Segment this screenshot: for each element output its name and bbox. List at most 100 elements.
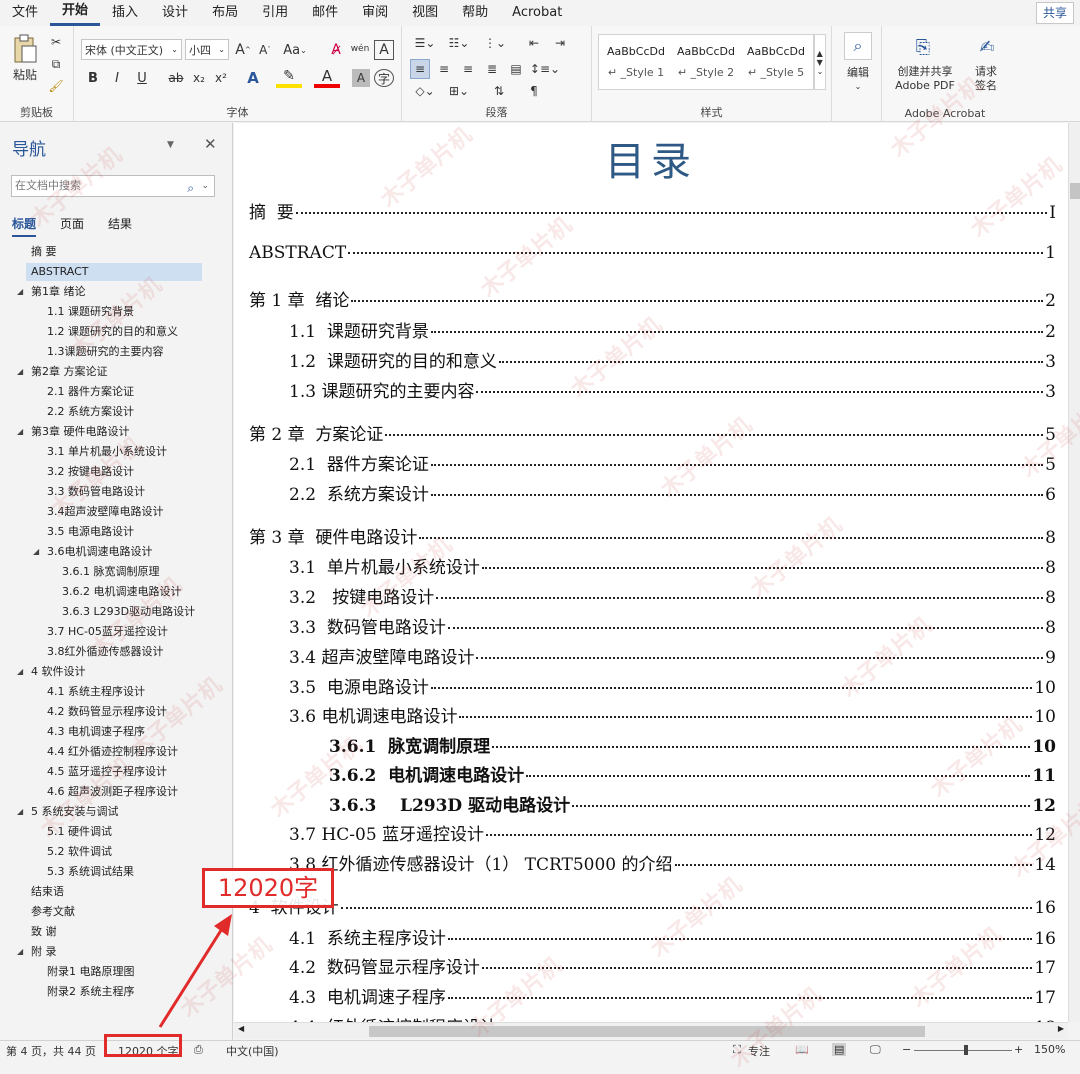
nav-heading-item[interactable]: 3.3 数码管电路设计	[47, 483, 145, 501]
paste-icon[interactable]	[10, 32, 40, 66]
style-1[interactable]: AaBbCcDd ↵ _Style 1	[601, 37, 671, 89]
toc-entry[interactable]: 3.6.1 脉宽调制原理 10	[329, 732, 1056, 757]
zoom-level[interactable]: 150%	[1034, 1043, 1065, 1056]
nav-heading-item[interactable]: 5.2 软件调试	[47, 843, 112, 861]
nav-heading-item[interactable]: 附录2 系统主程序	[47, 983, 135, 1001]
nav-heading-item[interactable]: 结束语	[31, 883, 64, 901]
editing-button[interactable]: 编辑	[836, 64, 880, 80]
toc-entry[interactable]: 3.8 红外循迹传感器设计（1） TCRT5000 的介绍 14	[289, 850, 1056, 875]
strikethrough-button[interactable]: ab	[166, 68, 186, 88]
toc-entry[interactable]: 3.4 超声波壁障电路设计 9	[289, 643, 1056, 668]
tab-pages[interactable]: 页面	[60, 215, 84, 237]
toc-entry[interactable]: ABSTRACT 1	[249, 243, 1056, 267]
proofing-icon[interactable]: ⎙	[194, 1043, 203, 1057]
create-share-pdf-button[interactable]: 创建并共享 Adobe PDF	[886, 64, 964, 94]
nav-heading-item[interactable]: ◢ 第2章 方案论证	[17, 363, 108, 381]
show-marks-icon[interactable]: ¶	[524, 82, 544, 100]
styles-scroll[interactable]: ▲ ▼ ⌄	[814, 34, 826, 90]
nav-heading-item[interactable]: 3.2 按键电路设计	[47, 463, 134, 481]
toc-entry[interactable]: 3.1 单片机最小系统设计 8	[289, 553, 1056, 578]
nav-heading-item[interactable]: 摘 要	[31, 243, 57, 261]
close-icon[interactable]: ✕	[204, 135, 217, 153]
toc-entry[interactable]: 3.2 按键电路设计 8	[289, 583, 1056, 608]
nav-heading-item[interactable]: 3.8红外循迹传感器设计	[47, 643, 164, 661]
underline-button[interactable]: U	[130, 68, 154, 88]
toc-entry[interactable]: 3.7 HC-05 蓝牙遥控设计 12	[289, 820, 1056, 845]
toc-entry[interactable]: 第 1 章 绪论 2	[249, 286, 1056, 311]
style-2[interactable]: AaBbCcDd ↵ _Style 2	[671, 37, 741, 89]
expand-arrow-icon[interactable]: ◢	[17, 363, 23, 381]
toc-entry[interactable]: 4.3 电机调速子程序 17	[289, 983, 1056, 1008]
nav-heading-item[interactable]: 1.2 课题研究的目的和意义	[47, 323, 178, 341]
page-count[interactable]: 第 4 页，共 44 页	[6, 1043, 96, 1059]
nav-heading-item[interactable]: ◢ 第1章 绪论	[17, 283, 86, 301]
shrink-font-icon[interactable]: Aˇ	[256, 40, 274, 60]
borders-icon[interactable]: ⊞⌄	[444, 82, 474, 100]
horizontal-scrollbar[interactable]: ◀ ▶	[234, 1022, 1068, 1039]
justify-icon[interactable]: ≣	[482, 59, 502, 79]
bullets-icon[interactable]: ☰⌄	[410, 34, 440, 52]
nav-heading-item[interactable]: ◢ 5 系统安装与调试	[17, 803, 119, 821]
print-layout-icon[interactable]: ▤	[832, 1043, 847, 1056]
menu-item-2[interactable]: 插入	[100, 0, 150, 26]
align-center-icon[interactable]: ≡	[434, 59, 454, 79]
increase-indent-icon[interactable]: ⇥	[550, 34, 570, 52]
decrease-indent-icon[interactable]: ⇤	[524, 34, 544, 52]
nav-heading-item[interactable]: 3.4超声波壁障电路设计	[47, 503, 164, 521]
highlight-icon[interactable]: ✎	[276, 68, 302, 88]
toc-entry[interactable]: 4.4 红外循迹控制程序设计18	[289, 1013, 1056, 1022]
menu-item-5[interactable]: 引用	[250, 0, 300, 26]
subscript-button[interactable]: x₂	[190, 68, 208, 88]
zoom-in-icon[interactable]: +	[1014, 1043, 1023, 1056]
chevron-down-icon[interactable]: ▼	[167, 140, 174, 150]
font-name-select[interactable]: 宋体 (中文正文) ⌄	[81, 39, 182, 60]
phonetic-guide-icon[interactable]: wén	[350, 38, 370, 60]
line-spacing-icon[interactable]: ↕≡⌄	[530, 59, 560, 79]
align-left-icon[interactable]: ≡	[410, 59, 430, 79]
expand-arrow-icon[interactable]: ◢	[17, 803, 23, 821]
toc-entry[interactable]: 3.5 电源电路设计 10	[289, 673, 1056, 698]
zoom-slider-handle[interactable]	[964, 1045, 968, 1055]
grow-font-icon[interactable]: A ^	[234, 40, 252, 60]
zoom-slider[interactable]	[914, 1050, 1012, 1051]
menu-item-1[interactable]: 开始	[50, 0, 101, 26]
format-painter-icon[interactable]: 🖌	[48, 78, 64, 94]
nav-heading-item[interactable]: ◢ 第3章 硬件电路设计	[17, 423, 130, 441]
expand-arrow-icon[interactable]: ◢	[17, 943, 23, 961]
numbering-icon[interactable]: ☷⌄	[444, 34, 474, 52]
nav-heading-item[interactable]: 3.1 单片机最小系统设计	[47, 443, 167, 461]
tab-results[interactable]: 结果	[108, 215, 132, 237]
enclose-char-icon[interactable]: 字	[374, 69, 394, 87]
menu-item-7[interactable]: 审阅	[350, 0, 400, 26]
paste-button[interactable]: 粘贴	[8, 66, 42, 82]
toc-entry[interactable]: 摘 要I	[249, 198, 1056, 223]
toc-entry[interactable]: 2.2 系统方案设计 6	[289, 480, 1056, 505]
toc-entry[interactable]: 2.1 器件方案论证 5	[289, 450, 1056, 475]
share-button[interactable]: 共享	[1035, 2, 1074, 24]
nav-search-input[interactable]: 在文档中搜索 ⌕ ⌄	[11, 175, 215, 197]
nav-heading-item[interactable]: 3.7 HC-05蓝牙遥控设计	[47, 623, 168, 641]
nav-heading-item[interactable]: 5.1 硬件调试	[47, 823, 112, 841]
toc-entry[interactable]: 第 2 章 方案论证 5	[249, 420, 1056, 445]
toc-entry[interactable]: 3.6.3 L293D 驱动电路设计 12	[329, 791, 1056, 816]
italic-button[interactable]: I	[108, 68, 126, 88]
nav-heading-item[interactable]: ◢ 4 软件设计	[17, 663, 86, 681]
nav-heading-item[interactable]: 附录1 电路原理图	[47, 963, 135, 981]
nav-heading-item[interactable]: 3.6.2 电机调速电路设计	[62, 583, 182, 601]
shading-icon[interactable]: ◇⌄	[410, 82, 440, 100]
expand-arrow-icon[interactable]: ◢	[17, 283, 23, 301]
char-shading-icon[interactable]: A	[352, 69, 370, 87]
chevron-down-icon[interactable]: ⌄	[201, 176, 209, 196]
change-case-button[interactable]: Aa ⌄	[280, 40, 310, 60]
toc-entry[interactable]: 3.6 电机调速电路设计 10	[289, 702, 1056, 727]
toc-entry[interactable]: 1.3 课题研究的主要内容 3	[289, 377, 1056, 402]
style-5[interactable]: AaBbCcDd ↵ _Style 5	[741, 37, 811, 89]
toc-entry[interactable]: 4.2 数码管显示程序设计 17	[289, 953, 1056, 978]
request-sign-button[interactable]: 请求 签名	[964, 64, 1008, 94]
sort-icon[interactable]: ⇅	[484, 82, 514, 100]
language[interactable]: 中文(中国)	[226, 1043, 279, 1059]
distribute-icon[interactable]: ▤	[506, 59, 526, 79]
search-icon[interactable]: ⌕	[844, 32, 872, 60]
nav-heading-item[interactable]: 3.6.3 L293D驱动电路设计	[62, 603, 195, 621]
font-color-icon[interactable]: A	[314, 67, 340, 88]
